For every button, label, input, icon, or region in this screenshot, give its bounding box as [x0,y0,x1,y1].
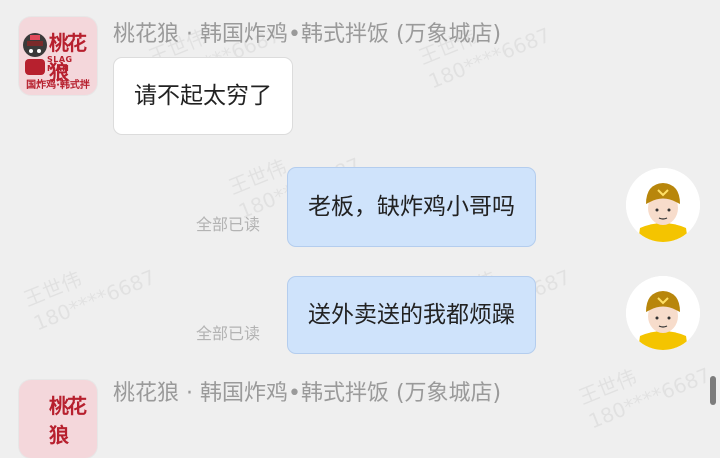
read-status: 全部已读 [196,215,261,234]
message-bubble-right[interactable]: 老板，缺炸鸡小哥吗 [287,167,536,247]
shop-logo-subtitle: 国炸鸡·韩式拌 [26,80,90,91]
shop-avatar[interactable]: 桃花狼 SLAG MAN 国炸鸡·韩式拌 [19,17,97,95]
watermark: 王世伟 180****6687 [20,264,159,336]
shop-avatar[interactable]: 桃花狼 [19,380,97,458]
scrollbar[interactable] [710,376,716,405]
read-status: 全部已读 [196,324,261,343]
rider-avatar[interactable] [626,168,700,242]
sender-name: 桃花狼 · 韩国炸鸡•韩式拌饭 (万象城店) [113,22,502,47]
sender-name: 桃花狼 · 韩国炸鸡•韩式拌饭 (万象城店) [113,381,502,406]
message-bubble-right[interactable]: 送外卖送的我都烦躁 [287,276,536,354]
shop-logo-text: 桃花狼 [49,394,87,447]
rider-avatar[interactable] [626,276,700,350]
rider-helmet-icon [626,168,700,242]
watermark: 王世伟 180****6687 [575,362,714,434]
rider-helmet-icon [626,276,700,350]
message-bubble-left[interactable]: 请不起太穷了 [113,57,293,135]
shop-logo-en: SLAG MAN [47,55,73,73]
